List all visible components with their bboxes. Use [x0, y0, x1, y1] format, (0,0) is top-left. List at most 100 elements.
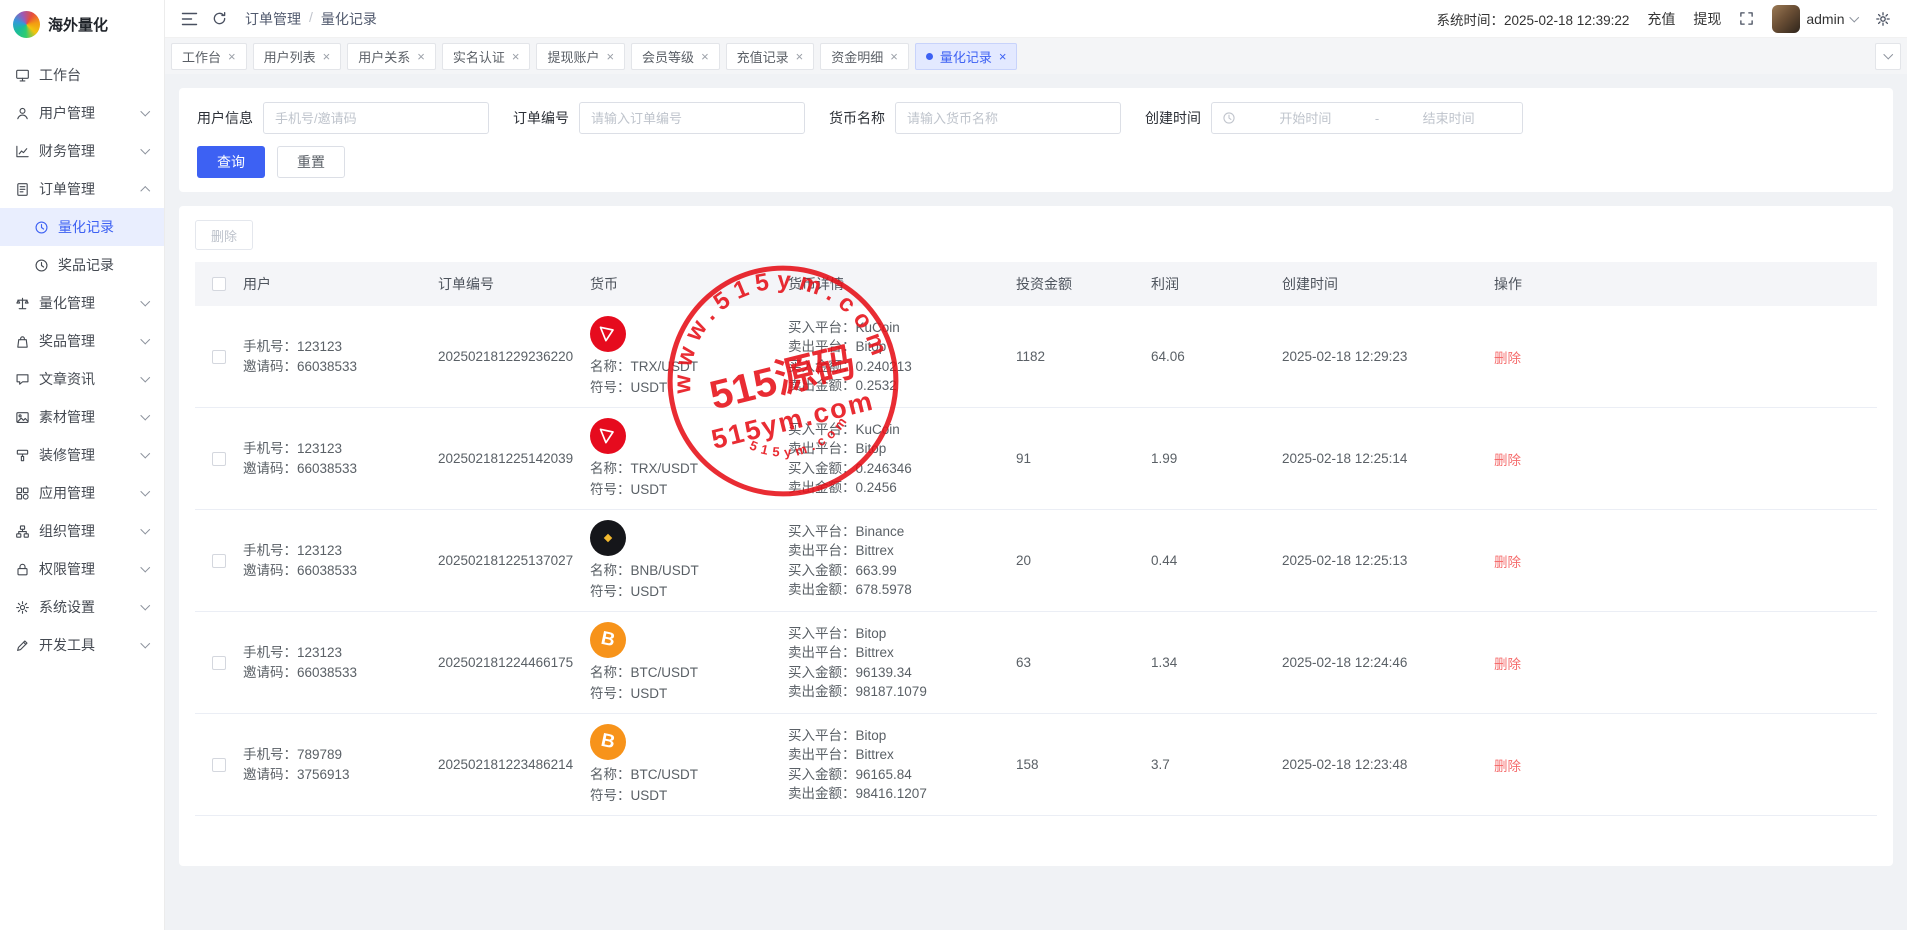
bulk-delete-button[interactable]: 删除	[195, 220, 253, 250]
breadcrumb-section[interactable]: 订单管理	[245, 9, 301, 29]
select-all-checkbox[interactable]	[212, 277, 226, 291]
column-header: 货币	[590, 274, 788, 294]
chevron-down-icon	[140, 297, 149, 306]
column-header: 用户	[243, 274, 438, 294]
sidebar-item-prize-records[interactable]: 奖品记录	[0, 246, 164, 284]
sidebar-item-orders[interactable]: 订单管理	[0, 170, 164, 208]
tab-kyc[interactable]: 实名认证×	[442, 43, 531, 70]
tab-user-list[interactable]: 用户列表×	[253, 43, 342, 70]
user-invite-code: 邀请码：66038533	[243, 663, 438, 683]
user-invite-code: 邀请码：3756913	[243, 765, 438, 785]
hamburger-menu-icon[interactable]	[181, 12, 198, 26]
close-icon[interactable]: ×	[512, 50, 520, 63]
close-icon[interactable]: ×	[228, 50, 236, 63]
sidebar-item-articles[interactable]: 文章资讯	[0, 360, 164, 398]
sidebar-item-materials[interactable]: 素材管理	[0, 398, 164, 436]
close-icon[interactable]: ×	[890, 50, 898, 63]
gift-icon	[15, 334, 30, 349]
sidebar-item-decoration[interactable]: 装修管理	[0, 436, 164, 474]
sell-platform: 卖出平台：Bitop	[788, 439, 1016, 459]
buy-platform: 买入平台：KuCoin	[788, 420, 1016, 440]
row-checkbox[interactable]	[212, 350, 226, 364]
filter-panel: 用户信息 订单编号 货币名称 创建时间	[179, 88, 1893, 192]
sidebar-item-quant-records[interactable]: 量化记录	[0, 208, 164, 246]
document-icon	[15, 182, 30, 197]
sidebar-item-users[interactable]: 用户管理	[0, 94, 164, 132]
delete-row-link[interactable]: 删除	[1494, 555, 1521, 570]
close-icon[interactable]: ×	[606, 50, 614, 63]
coin-name-input[interactable]	[895, 102, 1121, 134]
profit: 1.99	[1151, 451, 1282, 466]
sidebar-item-system-settings[interactable]: 系统设置	[0, 588, 164, 626]
settings-gear-icon[interactable]	[1875, 11, 1891, 27]
sidebar-item-dev-tools[interactable]: 开发工具	[0, 626, 164, 664]
sidebar-item-workbench[interactable]: 工作台	[0, 56, 164, 94]
tab-label: 工作台	[182, 47, 221, 66]
sidebar-item-quant-manage[interactable]: 量化管理	[0, 284, 164, 322]
tab-recharge-records[interactable]: 充值记录×	[726, 43, 815, 70]
row-checkbox[interactable]	[212, 656, 226, 670]
apps-grid-icon	[15, 486, 30, 501]
delete-row-link[interactable]: 删除	[1494, 351, 1521, 366]
btc-icon: B	[590, 724, 626, 760]
btc-icon: B	[590, 622, 626, 658]
sidebar-item-label: 奖品管理	[39, 331, 95, 351]
clock-icon	[1222, 111, 1236, 125]
sidebar-item-permissions[interactable]: 权限管理	[0, 550, 164, 588]
delete-row-link[interactable]: 删除	[1494, 759, 1521, 774]
tab-member-levels[interactable]: 会员等级×	[631, 43, 720, 70]
end-time-input[interactable]	[1385, 111, 1512, 126]
sidebar-item-label: 量化记录	[58, 217, 114, 237]
breadcrumb-page: 量化记录	[321, 9, 377, 29]
sidebar-item-label: 用户管理	[39, 103, 95, 123]
profit: 0.44	[1151, 553, 1282, 568]
main-area: 订单管理 / 量化记录 系统时间：2025-02-18 12:39:22 充值 …	[165, 0, 1907, 930]
date-range-picker[interactable]: -	[1211, 102, 1523, 134]
start-time-input[interactable]	[1242, 111, 1369, 126]
tab-user-relations[interactable]: 用户关系×	[347, 43, 436, 70]
sell-amount: 卖出金额：98416.1207	[788, 784, 1016, 804]
sidebar-item-organization[interactable]: 组织管理	[0, 512, 164, 550]
close-icon[interactable]: ×	[796, 50, 804, 63]
row-checkbox[interactable]	[212, 554, 226, 568]
row-checkbox[interactable]	[212, 758, 226, 772]
withdraw-link[interactable]: 提现	[1693, 9, 1721, 29]
chevron-down-icon	[140, 335, 149, 344]
gear-icon	[15, 600, 30, 615]
tab-label: 提现账户	[547, 47, 599, 66]
row-checkbox[interactable]	[212, 452, 226, 466]
refresh-icon[interactable]	[212, 11, 227, 26]
order-no: 202502181224466175	[438, 655, 590, 670]
tabs-overflow-button[interactable]	[1875, 43, 1901, 70]
close-icon[interactable]: ×	[701, 50, 709, 63]
lock-icon	[15, 562, 30, 577]
brand: 海外量化	[0, 0, 164, 48]
page-content: 用户信息 订单编号 货币名称 创建时间	[165, 74, 1907, 930]
tab-quant-records[interactable]: 量化记录×	[915, 43, 1018, 70]
search-button[interactable]: 查询	[197, 146, 265, 178]
chevron-down-icon	[140, 449, 149, 458]
app-layout: 海外量化 工作台 用户管理 财务管理 订单管理	[0, 0, 1907, 930]
user-menu[interactable]: admin	[1772, 5, 1857, 33]
close-icon[interactable]: ×	[417, 50, 425, 63]
org-tree-icon	[15, 524, 30, 539]
close-icon[interactable]: ×	[999, 50, 1007, 63]
sidebar-item-prize-manage[interactable]: 奖品管理	[0, 322, 164, 360]
tab-fund-details[interactable]: 资金明细×	[820, 43, 909, 70]
delete-row-link[interactable]: 删除	[1494, 453, 1521, 468]
coin-symbol: 符号：USDT	[590, 582, 667, 601]
sidebar-item-applications[interactable]: 应用管理	[0, 474, 164, 512]
order-no-input[interactable]	[579, 102, 805, 134]
reset-button[interactable]: 重置	[277, 146, 345, 178]
tab-workbench[interactable]: 工作台 ×	[171, 43, 247, 70]
sidebar-item-finance[interactable]: 财务管理	[0, 132, 164, 170]
buy-platform: 买入平台：KuCoin	[788, 318, 1016, 338]
fullscreen-icon[interactable]	[1739, 11, 1754, 26]
user-info-input[interactable]	[263, 102, 489, 134]
invest-amount: 1182	[1016, 349, 1151, 364]
delete-row-link[interactable]: 删除	[1494, 657, 1521, 672]
close-icon[interactable]: ×	[323, 50, 331, 63]
sidebar-item-label: 开发工具	[39, 635, 95, 655]
recharge-link[interactable]: 充值	[1647, 9, 1675, 29]
tab-withdraw-accounts[interactable]: 提现账户 ×	[536, 43, 625, 70]
